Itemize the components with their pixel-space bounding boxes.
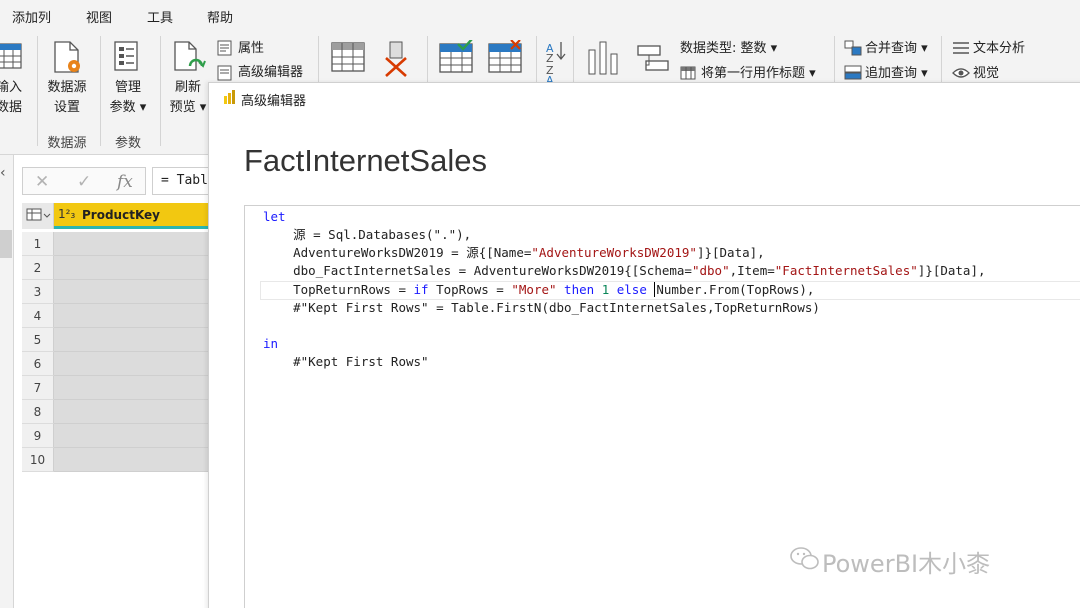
- table-row[interactable]: [54, 376, 222, 400]
- remove-rows-icon[interactable]: [487, 40, 523, 74]
- advanced-editor-dialog: 高级编辑器 FactInternetSales let 源 = Sql.Data…: [208, 82, 1080, 608]
- svg-text:A: A: [546, 74, 554, 82]
- confirm-icon[interactable]: ✓: [77, 172, 91, 192]
- table-menu-icon[interactable]: [22, 203, 54, 229]
- code-line-3: AdventureWorksDW2019 = 源{[Name="Adventur…: [263, 245, 765, 260]
- menu-tools[interactable]: 工具: [147, 7, 173, 26]
- text-lines-icon: [953, 42, 969, 54]
- grid-header: 1²₃ ProductKey: [22, 203, 222, 229]
- table-row[interactable]: [54, 256, 222, 280]
- table-row[interactable]: [54, 304, 222, 328]
- table-row[interactable]: [54, 448, 222, 472]
- refresh-document-icon: [174, 41, 206, 71]
- sort-ascending-icon[interactable]: A Z Z A: [545, 38, 567, 82]
- cancel-icon[interactable]: ✕: [35, 172, 49, 192]
- table-row[interactable]: [54, 400, 222, 424]
- formula-bar-buttons: ✕ ✓ fx: [22, 167, 146, 195]
- data-type-dropdown[interactable]: 数据类型: 整数 ▾: [680, 41, 777, 57]
- query-name-heading: FactInternetSales: [244, 143, 487, 178]
- code-line-4: dbo_FactInternetSales = AdventureWorksDW…: [263, 263, 986, 278]
- table-row[interactable]: [54, 280, 222, 304]
- menu-bar: 添加列 视图 工具 帮助: [0, 0, 1080, 30]
- row-number[interactable]: 3: [22, 280, 54, 304]
- menu-help[interactable]: 帮助: [207, 7, 233, 26]
- row-number[interactable]: 1: [22, 232, 54, 256]
- fx-icon[interactable]: fx: [117, 172, 133, 192]
- advanced-editor-icon: [217, 65, 232, 81]
- keep-rows-icon[interactable]: [438, 40, 474, 74]
- row-number[interactable]: 9: [22, 424, 54, 448]
- row-number[interactable]: 8: [22, 400, 54, 424]
- separator: [37, 36, 38, 146]
- powerbi-logo-icon: [224, 90, 235, 104]
- row-number[interactable]: 6: [22, 352, 54, 376]
- collapse-chevron-icon[interactable]: ‹: [0, 165, 6, 181]
- menu-view[interactable]: 视图: [86, 7, 112, 26]
- code-line-6: #"Kept First Rows" = Table.FirstN(dbo_Fa…: [263, 300, 820, 315]
- properties-icon: [217, 40, 232, 56]
- table-row[interactable]: [54, 232, 222, 256]
- eye-icon: [952, 68, 970, 78]
- wechat-icon: [790, 547, 819, 570]
- row-number[interactable]: 7: [22, 376, 54, 400]
- split-column-icon[interactable]: [586, 40, 622, 76]
- code-line-5: TopReturnRows = if TopRows = "More" then…: [263, 282, 815, 297]
- integer-type-icon[interactable]: 1²₃: [58, 207, 75, 221]
- table-row[interactable]: [54, 352, 222, 376]
- table-row[interactable]: [54, 424, 222, 448]
- code-line-7: in: [263, 336, 279, 351]
- queries-pane-collapsed[interactable]: ‹: [0, 155, 14, 608]
- row-number[interactable]: 2: [22, 256, 54, 280]
- table-row[interactable]: [54, 328, 222, 352]
- group-label-datasource: 数据源: [47, 136, 87, 151]
- dialog-title: 高级编辑器: [241, 94, 307, 109]
- group-label-params: 参数: [114, 136, 141, 151]
- separator: [160, 36, 161, 146]
- code-line-2: 源 = Sql.Databases("."),: [263, 227, 472, 242]
- watermark-text: PowerBI木小桼: [822, 550, 991, 578]
- selected-query-marker: [0, 230, 12, 258]
- code-line-8: #"Kept First Rows": [263, 354, 429, 369]
- document-gear-icon: [54, 41, 80, 73]
- row-number[interactable]: 4: [22, 304, 54, 328]
- remove-columns-icon[interactable]: [380, 40, 412, 78]
- code-line-1: let: [263, 209, 286, 224]
- menu-add-column[interactable]: 添加列: [12, 7, 51, 26]
- append-icon: [844, 65, 862, 80]
- table-icon: [0, 43, 22, 69]
- group-by-icon[interactable]: [636, 44, 670, 74]
- parameters-icon: [114, 41, 138, 71]
- separator: [100, 36, 101, 146]
- power-query-window: 添加列 视图 工具 帮助 输入 数据 数据源 设置 数据源 管理 参数 ▾ 参数…: [0, 0, 1080, 608]
- merge-icon: [844, 40, 862, 56]
- row-number[interactable]: 10: [22, 448, 54, 472]
- choose-columns-icon[interactable]: [330, 40, 366, 74]
- column-header-productkey[interactable]: ProductKey: [82, 208, 160, 222]
- table-header-icon: [680, 66, 696, 80]
- row-number[interactable]: 5: [22, 328, 54, 352]
- data-preview-grid: 1²₃ ProductKey 1 2 3 4 5 6 7 8 9 10: [22, 203, 222, 608]
